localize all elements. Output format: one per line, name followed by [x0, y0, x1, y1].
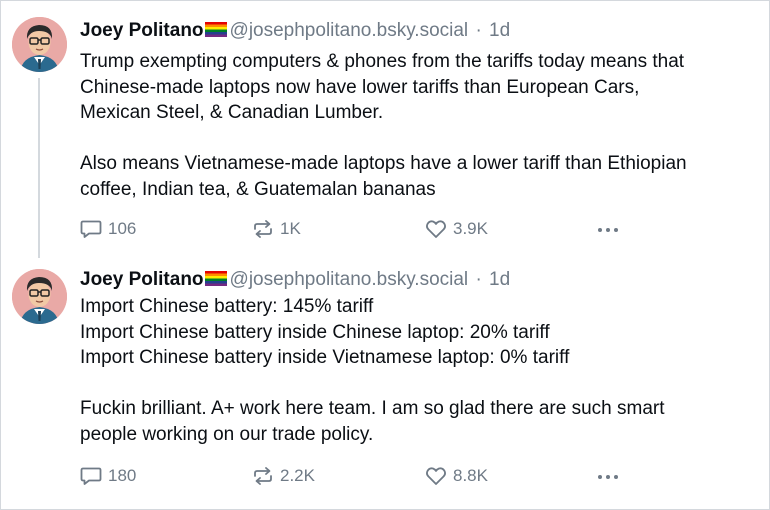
post-timestamp[interactable]: 1d — [489, 269, 510, 290]
post-actions: 180 2.2K 8.8K — [80, 464, 640, 488]
reply-button[interactable]: 106 — [80, 217, 136, 241]
reply-count: 106 — [108, 219, 137, 238]
more-options-button[interactable] — [595, 217, 621, 241]
text-line: people working on our trade policy. — [80, 423, 374, 445]
more-options-button[interactable] — [595, 464, 621, 488]
post-text: Trump exempting computers & phones from … — [80, 49, 760, 202]
text-line: Import Chinese battery inside Chinese la… — [80, 321, 550, 343]
post-text: Import Chinese battery: 145% tariff Impo… — [80, 294, 760, 447]
avatar[interactable] — [12, 269, 67, 324]
paragraph: Import Chinese battery: 145% tariff Impo… — [80, 294, 760, 371]
reply-count: 180 — [108, 466, 137, 485]
repost-button[interactable]: 1K — [252, 217, 301, 241]
author-name[interactable]: Joey Politano — [80, 269, 204, 290]
separator: · — [475, 20, 482, 41]
text-line: Import Chinese battery: 145% tariff — [80, 296, 374, 317]
speech-bubble-icon — [80, 467, 102, 485]
avatar[interactable] — [12, 17, 67, 72]
repost-arrows-icon — [254, 220, 272, 238]
text-line: Import Chinese battery inside Vietnamese… — [80, 347, 570, 368]
text-line: Trump exempting computers & phones from … — [80, 51, 685, 72]
like-button[interactable]: 8.8K — [425, 464, 488, 488]
rainbow-flag-icon — [204, 22, 227, 37]
author-handle[interactable]: @josephpolitano.bsky.social — [230, 20, 469, 41]
ellipsis-icon — [598, 475, 618, 479]
repost-count: 1K — [280, 219, 301, 238]
text-line: Chinese-made laptops now have lower tari… — [80, 76, 640, 98]
heart-icon — [426, 467, 446, 485]
like-count: 3.9K — [453, 219, 488, 238]
thread-connector-line — [38, 78, 40, 258]
reply-button[interactable]: 180 — [80, 464, 136, 488]
text-line: coffee, Indian tea, & Guatemalan bananas — [80, 178, 436, 200]
paragraph: Fuckin brilliant. A+ work here team. I a… — [80, 396, 760, 447]
paragraph: Trump exempting computers & phones from … — [80, 49, 760, 126]
post-actions: 106 1K 3.9K — [80, 217, 640, 241]
ellipsis-icon — [598, 228, 618, 232]
author-name[interactable]: Joey Politano — [80, 20, 204, 41]
rainbow-flag-icon — [204, 271, 227, 286]
heart-icon — [426, 220, 446, 238]
like-count: 8.8K — [453, 466, 488, 485]
paragraph: Also means Vietnamese-made laptops have … — [80, 151, 760, 202]
post-header: Joey Politano @josephpolitano.bsky.social… — [80, 268, 510, 292]
like-button[interactable]: 3.9K — [425, 217, 488, 241]
text-line: Fuckin brilliant. A+ work here team. I a… — [80, 398, 665, 419]
repost-count: 2.2K — [280, 466, 315, 485]
author-handle[interactable]: @josephpolitano.bsky.social — [230, 269, 469, 290]
text-line: Mexican Steel, & Canadian Lumber. — [80, 102, 384, 123]
post-timestamp[interactable]: 1d — [489, 20, 510, 41]
repost-button[interactable]: 2.2K — [252, 464, 315, 488]
post-header: Joey Politano @josephpolitano.bsky.social… — [80, 19, 510, 43]
speech-bubble-icon — [80, 220, 102, 238]
text-line: Also means Vietnamese-made laptops have … — [80, 153, 687, 174]
repost-arrows-icon — [254, 467, 272, 485]
separator: · — [475, 269, 482, 290]
